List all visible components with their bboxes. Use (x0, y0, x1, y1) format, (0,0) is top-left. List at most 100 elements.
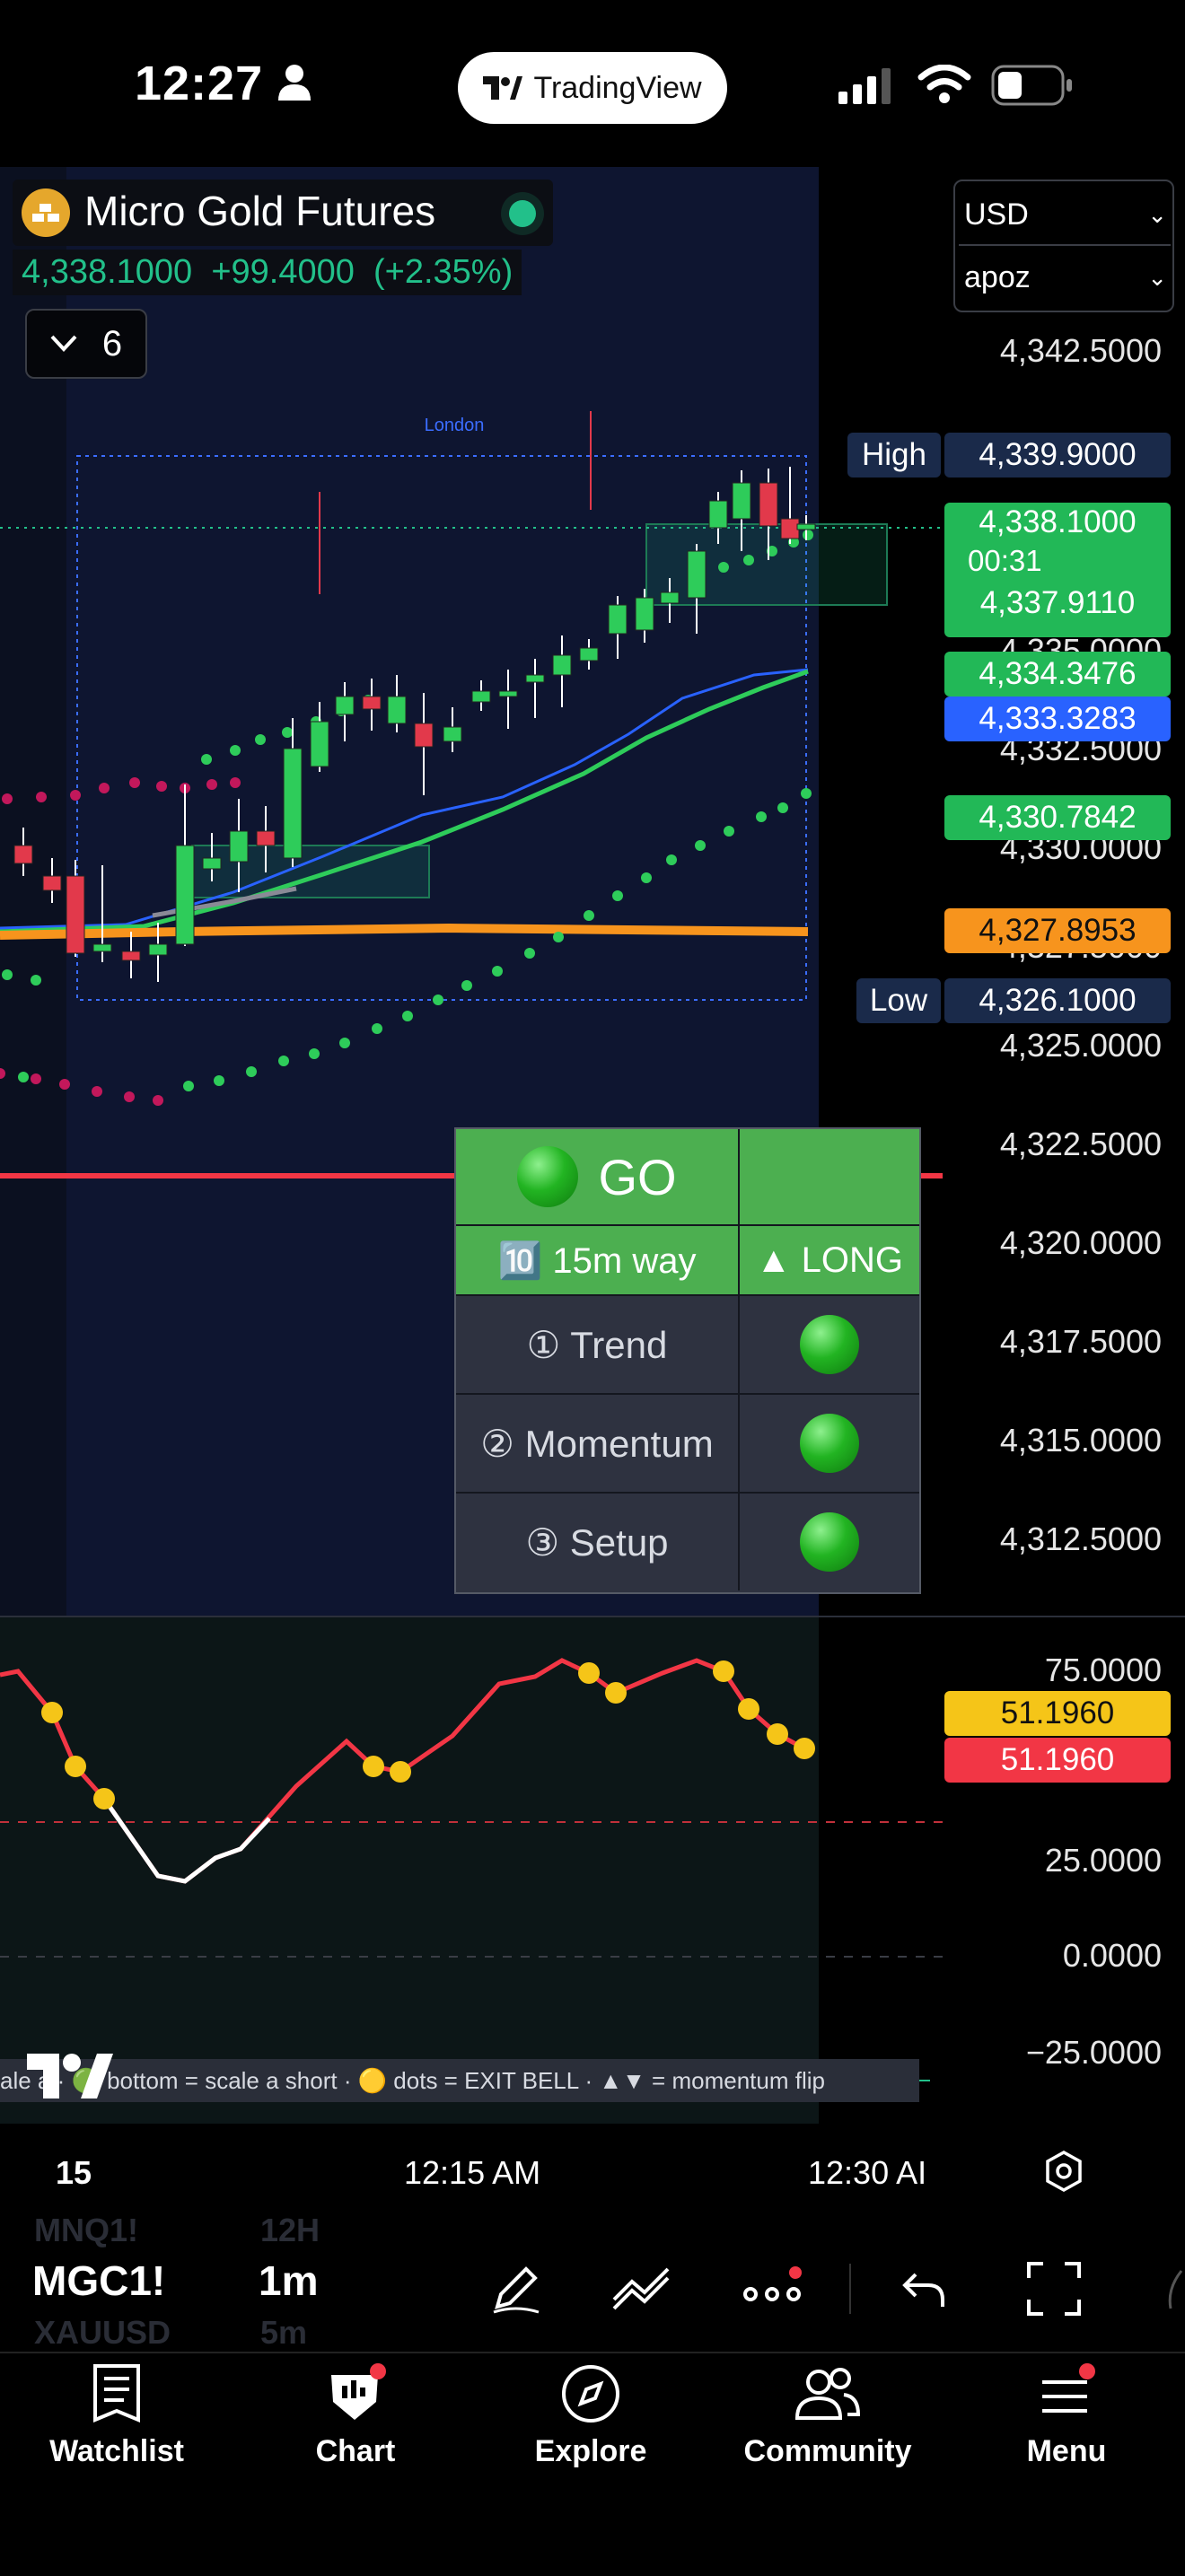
market-status-icon[interactable] (501, 192, 544, 235)
psar-dot-green (461, 980, 472, 991)
candle-body (175, 845, 195, 945)
profile-select[interactable]: apoz ⌄ (964, 253, 1167, 302)
osc-axis-label: 0.0000 (1062, 1937, 1162, 1974)
chart-tab-icon (331, 2363, 386, 2420)
psar-dot-green (803, 530, 813, 540)
psar-dot-red (99, 783, 110, 793)
high-price-tag: 4,339.9000 (944, 433, 1171, 478)
candle-body (414, 723, 434, 748)
currency-select[interactable]: USD ⌄ (964, 190, 1167, 239)
tab-community[interactable]: Community (729, 2362, 926, 2469)
candle-body (635, 597, 654, 631)
toolbar-divider (849, 2264, 851, 2314)
psar-dot-red (70, 790, 81, 801)
setup-status (740, 1494, 919, 1590)
psar-dot-green (201, 754, 212, 765)
psar-dot-green (214, 1075, 224, 1086)
tab-watchlist[interactable]: Watchlist (18, 2362, 215, 2469)
candle-body (443, 726, 462, 742)
indicators-collapse-button[interactable]: 6 (25, 309, 147, 379)
candle-body (608, 604, 628, 635)
orange-ma-tag: 4,327.8953 (944, 908, 1171, 953)
psar-dot-green (584, 910, 594, 921)
status-time: 12:27 (135, 57, 264, 110)
psar-dot-green (372, 1023, 382, 1034)
psar-dot-green (31, 975, 41, 986)
price-axis-label: 4,325.0000 (999, 1027, 1162, 1064)
candle-body (335, 696, 355, 715)
psar-dot-red (206, 779, 217, 790)
candle-body (660, 591, 680, 604)
tab-chart[interactable]: Chart (257, 2362, 454, 2469)
tab-chart-label: Chart (315, 2434, 396, 2468)
target-4-tag: 4,330.7842 (944, 795, 1171, 840)
green-circle-icon (800, 1315, 859, 1374)
candle-body (13, 845, 33, 864)
tab-menu[interactable]: Menu (968, 2362, 1165, 2469)
interval-selector[interactable]: 1m (259, 2256, 318, 2305)
last-price-tag-value: 4,338.1000 (979, 504, 1137, 539)
exit-bell-dot (713, 1660, 734, 1682)
psar-dot-green (724, 826, 734, 837)
exit-bell-dot (794, 1738, 815, 1759)
status-bar: 12:27 TradingView (0, 0, 1185, 171)
more-options-icon[interactable] (742, 2264, 804, 2314)
exit-bell-dot (738, 1698, 759, 1720)
psar-dot-green (695, 840, 706, 851)
pen-icon[interactable] (488, 2262, 542, 2316)
psar-dot-green (183, 1081, 194, 1091)
symbol-selector[interactable]: MGC1! (32, 2256, 165, 2305)
interval-next: 5m (260, 2314, 308, 2351)
fullscreen-icon[interactable] (1025, 2260, 1083, 2318)
last-price: 4,338.1000 (22, 253, 193, 291)
exit-bell-dot (65, 1756, 86, 1777)
chart-settings-icon[interactable] (1041, 2149, 1086, 2194)
chevron-down-icon: ⌄ (1147, 263, 1167, 291)
trend-status (740, 1296, 919, 1395)
cellular-signal-icon (838, 68, 891, 104)
candle-body (471, 690, 491, 703)
psar-dot-green (230, 745, 241, 756)
price-axis-label: 4,322.5000 (999, 1126, 1162, 1162)
menu-icon (1042, 2363, 1095, 2413)
exit-bell-dot (390, 1761, 411, 1783)
legend-text: ale a · 🟢 bottom = scale a short · 🟡 dot… (0, 2067, 825, 2094)
go-label: GO (598, 1148, 677, 1205)
price-axis-label: 4,342.5000 (999, 332, 1162, 369)
psar-dot-red (2, 793, 13, 804)
momentum-label: ② Momentum (456, 1395, 740, 1494)
undo-icon[interactable] (901, 2267, 950, 2312)
panel-setup-row: ③ Setup (456, 1494, 919, 1590)
time-axis-label: 12:30 AI (808, 2154, 927, 2191)
candle-body (121, 951, 141, 961)
psar-dot-red (59, 1079, 70, 1090)
psar-dot-red (230, 777, 241, 788)
price-axis-label: 4,315.0000 (999, 1422, 1162, 1459)
symbol-prev: MNQ1! (34, 2212, 138, 2248)
exit-bell-dot (93, 1788, 115, 1809)
price-axis-label: 4,317.5000 (999, 1323, 1162, 1360)
psar-dot-green (255, 734, 266, 745)
target-3-tag: 4,333.3283 (944, 697, 1171, 741)
osc-axis-label: 75.0000 (1044, 1652, 1162, 1688)
tradingview-pill[interactable]: TradingView (458, 52, 727, 124)
go-cell: GO (456, 1129, 740, 1226)
drawing-tools-icon[interactable] (610, 2262, 673, 2316)
tab-explore[interactable]: Explore (492, 2362, 689, 2469)
community-icon (794, 2368, 861, 2420)
price-line: 4,338.1000 +99.4000 (+2.35%) (13, 250, 522, 295)
candle-body (256, 830, 276, 846)
psar-dot-green (666, 854, 677, 865)
tab-community-label: Community (743, 2434, 912, 2468)
low-price-tag: 4,326.1000 (944, 978, 1171, 1023)
psar-dot-green (524, 948, 535, 959)
tradingview-watermark-icon (27, 2054, 113, 2098)
psar-dot-red (92, 1086, 102, 1097)
price-change-pct: (+2.35%) (373, 253, 514, 291)
candle-body (92, 943, 112, 952)
candle-body (229, 830, 249, 863)
time-axis[interactable]: 15 12:15 AM 12:30 AI (0, 2124, 1185, 2222)
tab-explore-label: Explore (534, 2434, 647, 2468)
psar-dot-red (153, 1095, 163, 1106)
green-circle-icon (800, 1414, 859, 1473)
